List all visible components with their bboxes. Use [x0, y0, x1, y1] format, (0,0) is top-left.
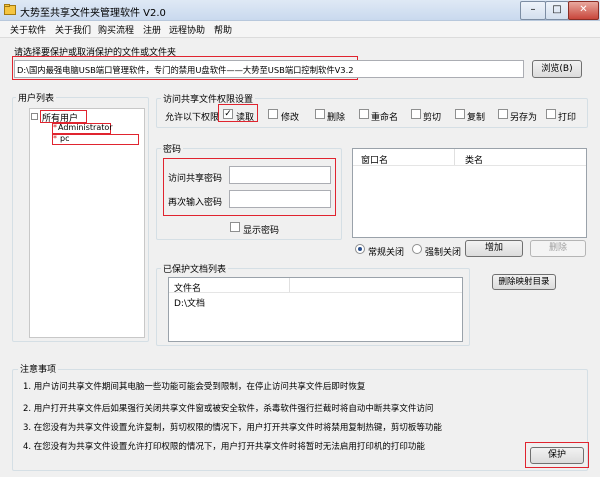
col-file-name[interactable]: 文件名	[174, 281, 201, 294]
perm-print-label: 打印	[558, 113, 577, 123]
maximize-button[interactable]: □	[545, 1, 569, 20]
col-class-name[interactable]: 类名	[465, 153, 483, 166]
column-divider	[289, 278, 290, 292]
perm-print-checkbox[interactable]	[546, 109, 556, 119]
perm-cut-checkbox[interactable]	[411, 109, 421, 119]
perm-delete-label: 删除	[327, 113, 346, 123]
user-marker-icon: *	[53, 134, 57, 143]
confirm-password-input[interactable]	[229, 190, 331, 208]
user-list-title: 用户列表	[16, 91, 57, 104]
show-password-label: 显示密码	[243, 226, 280, 236]
perm-copy-label: 复制	[467, 113, 486, 123]
menu-purchase[interactable]: 购买流程	[98, 23, 134, 36]
protect-button[interactable]: 保护	[530, 447, 584, 464]
delete-button[interactable]: 删除	[530, 240, 586, 257]
menu-help[interactable]: 帮助	[214, 23, 232, 36]
menu-about-us[interactable]: 关于我们	[55, 23, 91, 36]
tree-user-pc[interactable]: pc	[60, 134, 69, 143]
normal-close-label: 常规关闭	[368, 248, 405, 258]
confirm-password-label: 再次输入密码	[168, 198, 223, 208]
path-value: D:\国内最强电脑USB端口管理软件，专门的禁用U盘软件——大势至USB端口控制…	[17, 65, 354, 75]
notes-title: 注意事项	[18, 362, 59, 375]
protected-doc-row[interactable]: D:\文档	[174, 296, 205, 309]
menu-bar: 关于软件 关于我们 购买流程 注册 远程协助 帮助	[0, 21, 600, 38]
note-item-3: 3. 在您没有为共享文件设置允许复制，剪切权限的情况下，用户打开共享文件时将禁用…	[23, 423, 442, 433]
allow-label: 允许以下权限	[165, 113, 220, 123]
perm-modify-label: 修改	[281, 113, 300, 123]
delete-mapping-button[interactable]: 删除映射目录	[492, 274, 556, 290]
window-list[interactable]: 窗口名 类名	[352, 148, 587, 238]
access-password-input[interactable]	[229, 166, 331, 184]
perm-modify-checkbox[interactable]	[268, 109, 278, 119]
note-item-4: 4. 在您没有为共享文件设置允许打印权限的情况下，用户打开共享文件时将暂时无法启…	[23, 442, 425, 452]
password-title: 密码	[161, 142, 184, 155]
protected-docs-list[interactable]: 文件名 D:\文档	[168, 277, 463, 342]
protected-docs-title: 已保护文档列表	[161, 262, 229, 275]
normal-close-radio[interactable]	[355, 244, 365, 254]
col-window-name[interactable]: 窗口名	[361, 153, 388, 166]
window-title: 大势至共享文件夹管理软件 V2.0	[20, 8, 166, 19]
perm-rename-label: 重命名	[371, 113, 399, 123]
menu-register[interactable]: 注册	[143, 23, 161, 36]
perm-saveas-checkbox[interactable]	[498, 109, 508, 119]
note-item-2: 2. 用户打开共享文件后如果强行关闭共享文件窗或被安全软件，杀毒软件强行拦截时将…	[23, 404, 434, 414]
protected-docs-header	[169, 278, 462, 293]
perm-delete-checkbox[interactable]	[315, 109, 325, 119]
perm-read-label: 读取	[236, 113, 255, 123]
show-password-checkbox[interactable]	[230, 222, 240, 232]
force-close-radio[interactable]	[412, 244, 422, 254]
menu-remote-assist[interactable]: 远程协助	[169, 23, 205, 36]
note-item-1: 1. 用户访问共享文件期间其电脑一些功能可能会受到限制，在停止访问共享文件后即时…	[23, 382, 366, 392]
perm-saveas-label: 另存为	[510, 113, 538, 123]
force-close-label: 强制关闭	[425, 248, 462, 258]
user-marker-icon: *	[53, 123, 57, 132]
perm-read-checkbox[interactable]: ✓	[223, 109, 233, 119]
close-button[interactable]: ✕	[568, 1, 599, 20]
path-input[interactable]: D:\国内最强电脑USB端口管理软件，专门的禁用U盘软件——大势至USB端口控制…	[14, 60, 524, 78]
column-divider	[454, 149, 455, 165]
perm-cut-label: 剪切	[423, 113, 442, 123]
tree-expander[interactable]	[31, 113, 38, 120]
add-button[interactable]: 增加	[465, 240, 523, 257]
perm-rename-checkbox[interactable]	[359, 109, 369, 119]
menu-about-software[interactable]: 关于软件	[10, 23, 46, 36]
access-password-label: 访问共享密码	[168, 174, 223, 184]
browse-button[interactable]: 浏览(B)	[532, 60, 582, 78]
title-bar: 大势至共享文件夹管理软件 V2.0 – □ ✕	[0, 0, 600, 21]
app-icon	[4, 4, 16, 15]
tree-user-administrator[interactable]: Administrator	[58, 123, 113, 132]
minimize-button[interactable]: –	[520, 1, 546, 20]
perm-copy-checkbox[interactable]	[455, 109, 465, 119]
